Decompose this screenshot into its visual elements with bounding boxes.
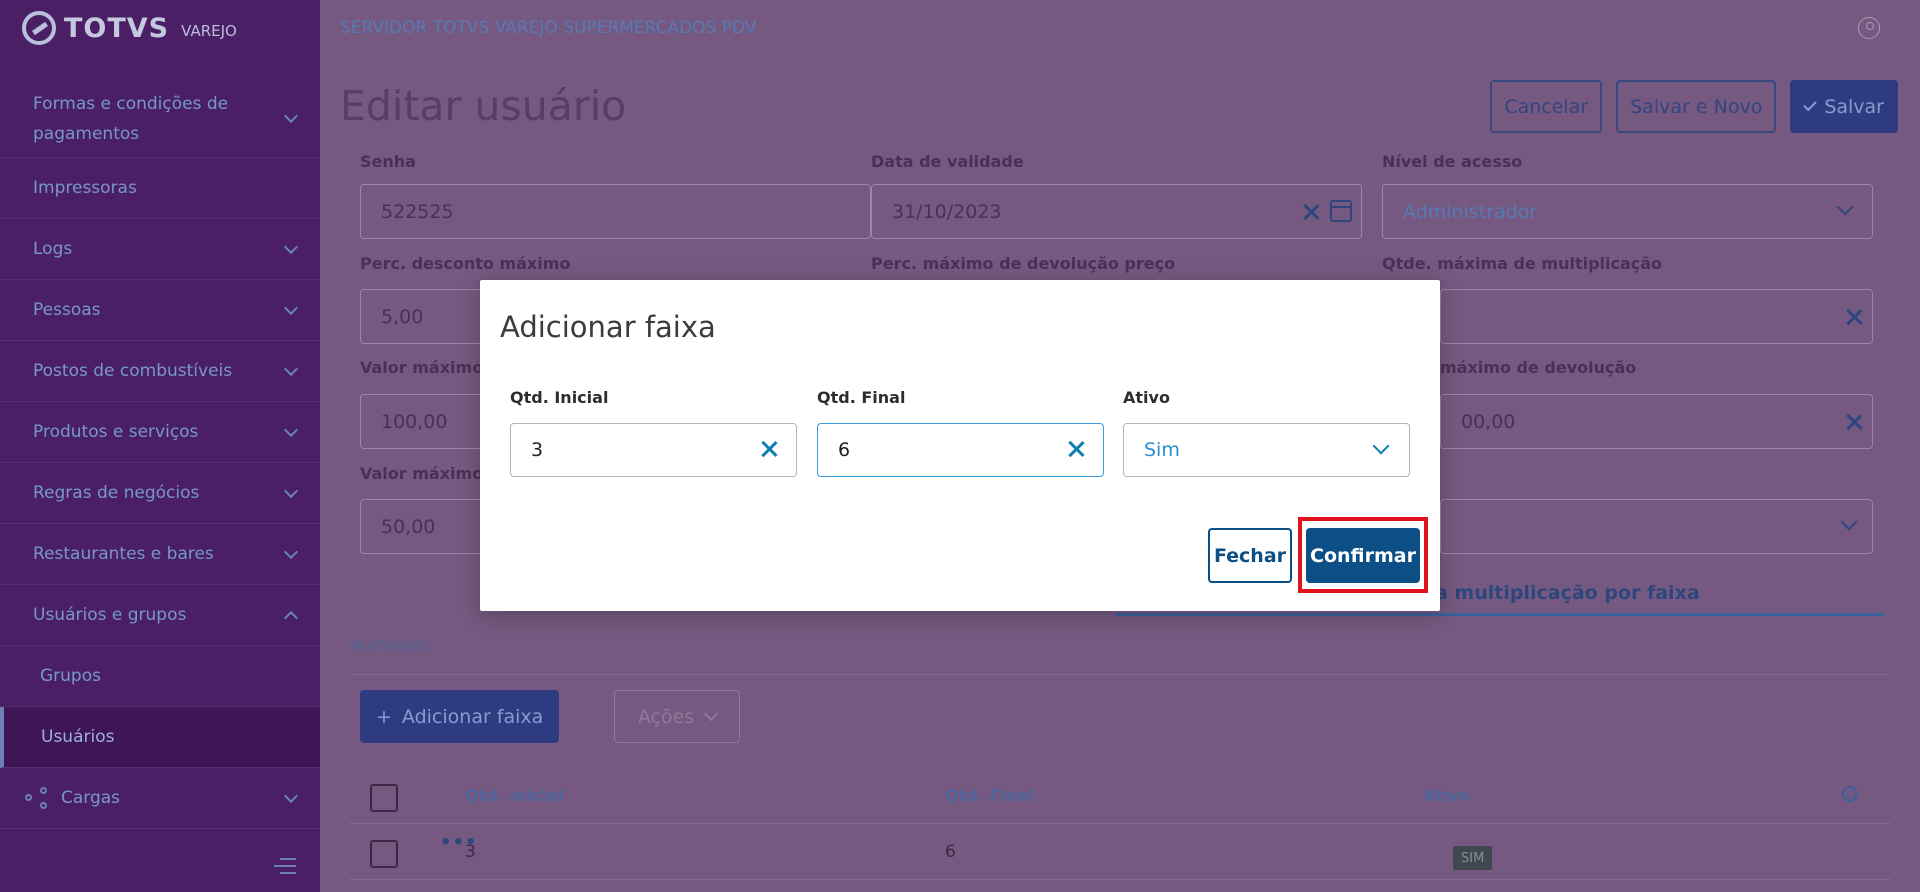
ativo-label: Ativo <box>1123 388 1170 407</box>
qtd-final-input[interactable]: 6 <box>817 423 1104 477</box>
qtd-final-label: Qtd. Final <box>817 388 906 407</box>
chevron-down-icon <box>1372 437 1390 455</box>
clear-icon[interactable] <box>1067 440 1085 458</box>
ativo-value: Sim <box>1144 439 1180 461</box>
add-faixa-modal: Adicionar faixa Qtd. Inicial 3 Qtd. Fina… <box>480 280 1440 611</box>
ativo-select[interactable]: Sim <box>1123 423 1410 477</box>
clear-icon[interactable] <box>760 440 778 458</box>
fechar-button[interactable]: Fechar <box>1208 528 1292 583</box>
qtd-inicial-label: Qtd. Inicial <box>510 388 609 407</box>
qtd-inicial-value: 3 <box>531 439 544 461</box>
qtd-inicial-input[interactable]: 3 <box>510 423 797 477</box>
qtd-final-value: 6 <box>838 439 851 461</box>
modal-title: Adicionar faixa <box>500 310 716 344</box>
confirmar-button[interactable]: Confirmar <box>1306 528 1420 583</box>
